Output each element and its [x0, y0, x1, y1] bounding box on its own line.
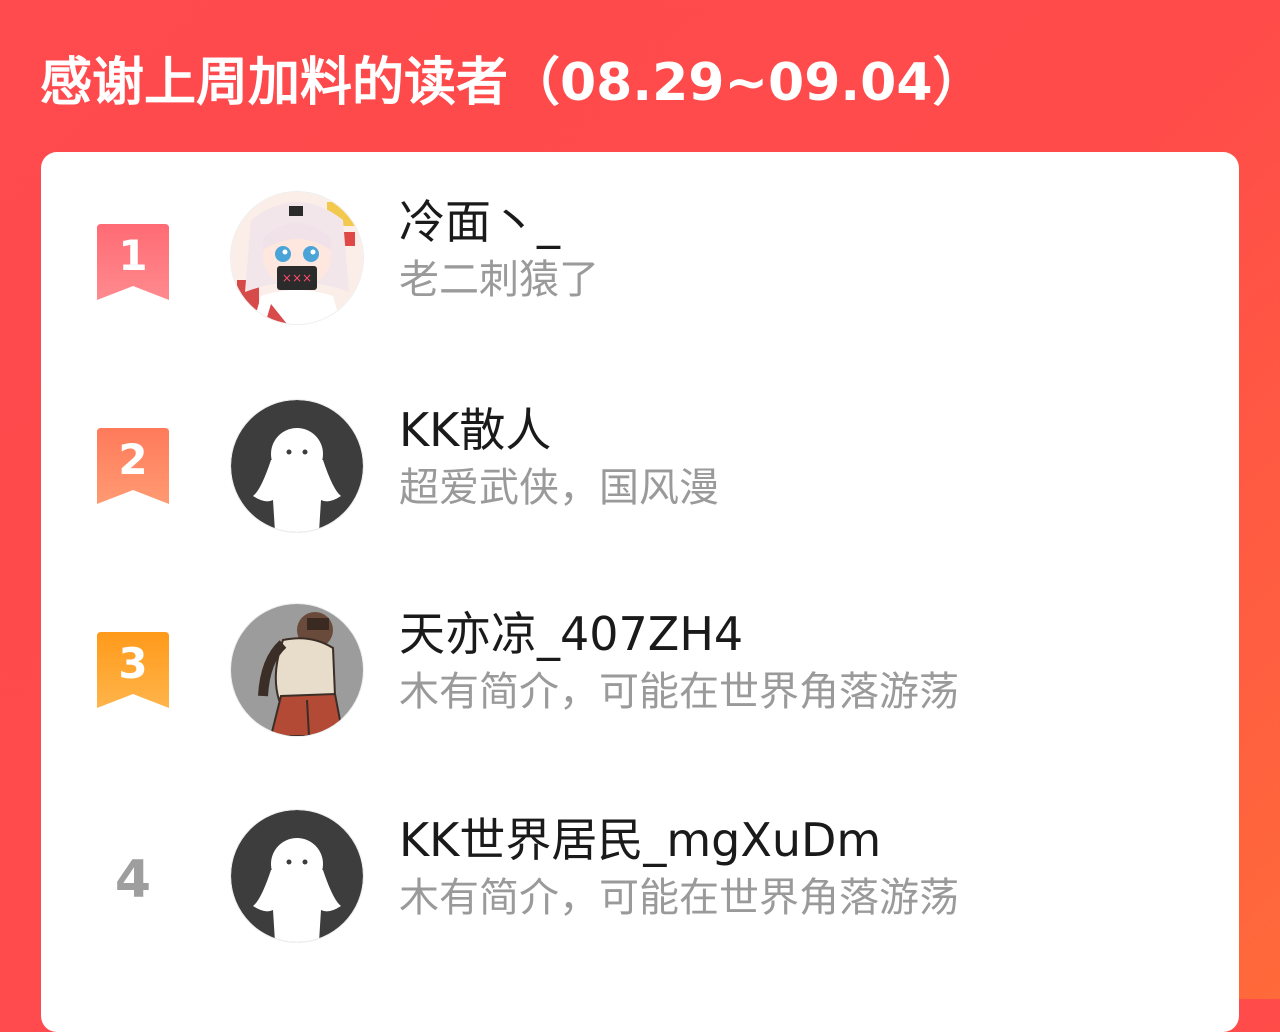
avatar[interactable]: ××× — [231, 192, 363, 324]
rank-badge-2: 2 — [97, 428, 169, 508]
avatar[interactable] — [231, 604, 363, 736]
rank-ribbon-icon: 1 — [97, 224, 169, 300]
rank-number: 4 — [114, 850, 152, 910]
rank-number: 2 — [118, 435, 147, 484]
reader-row-4[interactable]: 4 KK世界居民_mgXuDm 木有简介，可能在世界角落游荡 — [41, 810, 1239, 950]
rank-ribbon-icon: 2 — [97, 428, 169, 504]
nickname[interactable]: KK世界居民_mgXuDm — [399, 810, 881, 870]
avatar[interactable] — [231, 400, 363, 532]
rank-badge-3: 3 — [97, 632, 169, 712]
nickname[interactable]: KK散人 — [399, 400, 551, 460]
default-ghost-avatar-icon — [231, 810, 363, 942]
rank-number: 3 — [118, 639, 147, 688]
bio: 超爱武侠，国风漫 — [399, 465, 719, 511]
reader-row-1[interactable]: 1 ××× 冷面丶_ 老二刺猿了 — [41, 192, 1239, 332]
nickname[interactable]: 冷面丶_ — [399, 192, 560, 252]
rank-badge-1: 1 — [97, 224, 169, 304]
bio: 木有简介，可能在世界角落游荡 — [399, 875, 959, 921]
avatar[interactable] — [231, 810, 363, 942]
reader-row-3[interactable]: 3 天亦凉_407ZH4 木有简介，可能在世界角落游荡 — [41, 604, 1239, 744]
sketch-man-avatar-icon — [231, 604, 363, 736]
bio: 木有简介，可能在世界角落游荡 — [399, 669, 959, 715]
page-title: 感谢上周加料的读者（08.29~09.04） — [40, 53, 985, 113]
rank-number: 1 — [118, 231, 147, 280]
anime-girl-avatar-icon: ××× — [231, 192, 363, 324]
reader-row-2[interactable]: 2 KK散人 超爱武侠，国风漫 — [41, 400, 1239, 540]
svg-text:×××: ××× — [282, 271, 312, 285]
nickname[interactable]: 天亦凉_407ZH4 — [399, 604, 743, 664]
rank-ribbon-icon: 3 — [97, 632, 169, 708]
bio: 老二刺猿了 — [399, 257, 599, 303]
default-ghost-avatar-icon — [231, 400, 363, 532]
reader-list-card: 1 ××× 冷面丶_ 老二刺猿了 2 KK散人 超爱武侠，国风漫 3 天亦凉_4… — [41, 152, 1239, 1032]
